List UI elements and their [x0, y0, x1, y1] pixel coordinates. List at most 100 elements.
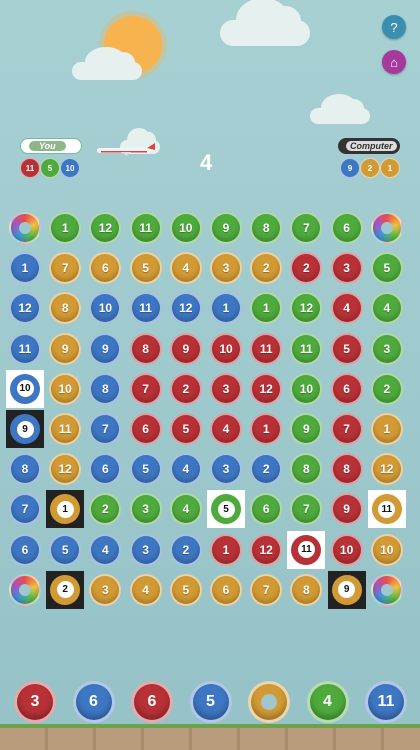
board-ball[interactable]: 3 — [129, 533, 162, 566]
wild-ring-ball[interactable] — [370, 212, 403, 244]
wild-ring-ball[interactable] — [370, 573, 403, 606]
board-ball[interactable]: 9 — [169, 332, 202, 365]
board-ball[interactable]: 4 — [330, 292, 363, 325]
tray-ball[interactable]: 6 — [131, 681, 173, 723]
wild-ring-ball[interactable] — [9, 573, 41, 606]
score-counter: 4 — [200, 150, 213, 175]
board-ball[interactable]: 6 — [330, 372, 363, 405]
board-ball[interactable]: 4 — [169, 252, 202, 285]
board-ball[interactable]: 8 — [9, 453, 41, 486]
board-ball[interactable]: 9 — [210, 212, 242, 244]
board-ball[interactable]: 8 — [290, 573, 323, 606]
board-ball[interactable]: 4 — [89, 533, 122, 566]
board-ball[interactable]: 11 — [290, 332, 323, 365]
board-ball[interactable]: 6 — [330, 212, 363, 244]
tray-ball[interactable]: 5 — [189, 681, 232, 723]
tray-ball[interactable]: 11 — [365, 681, 407, 723]
board-ball[interactable]: 1 — [370, 413, 403, 445]
cloud-decoration — [220, 0, 310, 46]
board-ball[interactable]: 11 — [49, 413, 82, 445]
board-ball[interactable]: 6 — [129, 413, 162, 445]
board-ball[interactable]: 9 — [89, 332, 122, 365]
board-ball[interactable]: 3 — [210, 453, 242, 486]
board-ball[interactable]: 4 — [210, 413, 242, 445]
board-ball[interactable]: 2 — [370, 372, 403, 405]
board-ball[interactable]: 11 — [9, 332, 41, 365]
board-ball[interactable]: 6 — [9, 533, 41, 566]
marked-ball-cell[interactable]: 10 — [6, 369, 44, 408]
board-ball[interactable]: 10 — [49, 372, 82, 405]
board-ball[interactable]: 11 — [129, 292, 162, 325]
board-ball[interactable]: 12 — [250, 372, 283, 405]
board-ball[interactable]: 5 — [129, 453, 162, 486]
ball-number: 1 — [56, 500, 74, 518]
board-ball[interactable]: 1 — [250, 413, 283, 445]
board-ball[interactable]: 4 — [129, 573, 162, 606]
board-ball[interactable]: 11 — [250, 332, 283, 365]
ground-strip — [0, 728, 420, 750]
help-button[interactable]: ? — [382, 15, 406, 39]
marked-ball-cell[interactable]: 2 — [46, 570, 85, 609]
board-ball[interactable]: 1 — [9, 252, 41, 285]
question-icon: ? — [390, 19, 398, 35]
home-button[interactable]: ⌂ — [382, 50, 406, 74]
ball-number: 11 — [378, 500, 396, 518]
board-ball[interactable]: 1 — [49, 212, 82, 244]
board-ball[interactable]: 3 — [129, 493, 162, 526]
marked-ball-cell[interactable]: 1 — [46, 490, 85, 529]
board-ball[interactable]: 3 — [330, 252, 363, 285]
board-ball[interactable]: 8 — [250, 212, 283, 244]
tray-ball[interactable]: 6 — [72, 681, 115, 723]
board-ball[interactable]: 7 — [129, 372, 162, 405]
cloud-decoration — [310, 94, 370, 124]
marked-ball-cell[interactable]: 5 — [207, 490, 245, 529]
board-ball[interactable]: 12 — [250, 533, 283, 566]
marked-ball-cell[interactable]: 11 — [287, 530, 326, 569]
tray-ball[interactable]: 3 — [14, 681, 56, 723]
board-ball[interactable]: 2 — [169, 533, 202, 566]
board-ball[interactable]: 11 — [129, 212, 162, 244]
board-ball[interactable]: 2 — [169, 372, 202, 405]
board-ball[interactable]: 7 — [330, 413, 363, 445]
tray-ball[interactable]: 4 — [306, 681, 349, 723]
marked-ball: 9 — [10, 414, 40, 444]
board-ball[interactable]: 5 — [129, 252, 162, 285]
marked-ball-cell[interactable]: 9 — [327, 570, 366, 609]
board-ball[interactable]: 5 — [169, 573, 202, 606]
board-ball[interactable]: 12 — [370, 453, 403, 486]
marked-ball-cell[interactable]: 9 — [6, 410, 44, 448]
board-ball[interactable]: 5 — [49, 533, 82, 566]
board-ball[interactable]: 3 — [210, 252, 242, 285]
collected-ball: 11 — [20, 158, 40, 178]
wild-ring-ball[interactable] — [9, 212, 41, 244]
board-ball[interactable]: 12 — [169, 292, 202, 325]
ball-number: 5 — [217, 500, 235, 518]
board-ball[interactable]: 3 — [210, 372, 242, 405]
board-ball[interactable]: 9 — [330, 493, 363, 526]
board-ball[interactable]: 7 — [250, 573, 283, 606]
board-ball[interactable]: 4 — [169, 493, 202, 526]
board-ball[interactable]: 6 — [210, 573, 242, 606]
board-ball[interactable]: 8 — [330, 453, 363, 486]
board-ball[interactable]: 5 — [370, 252, 403, 285]
board-ball[interactable]: 5 — [169, 413, 202, 445]
board-ball[interactable]: 5 — [330, 332, 363, 365]
board-ball[interactable]: 10 — [169, 212, 202, 244]
board-ball[interactable]: 1 — [210, 533, 242, 566]
marked-ball: 10 — [10, 373, 40, 404]
board-ball[interactable]: 9 — [49, 332, 82, 365]
marked-ball-cell[interactable]: 11 — [367, 490, 406, 529]
airplane-decoration — [97, 143, 155, 156]
board-ball[interactable]: 8 — [89, 372, 122, 405]
computer-label: Computer — [338, 138, 400, 154]
tray-ball[interactable] — [248, 681, 290, 723]
board-ball[interactable]: 10 — [370, 533, 403, 566]
board-ball[interactable]: 10 — [290, 372, 323, 405]
board-ball[interactable]: 3 — [370, 332, 403, 365]
board-ball[interactable]: 4 — [370, 292, 403, 325]
board-ball[interactable]: 8 — [129, 332, 162, 365]
board-ball[interactable]: 10 — [210, 332, 242, 365]
board-ball[interactable]: 10 — [330, 533, 363, 566]
board-ball[interactable]: 3 — [89, 573, 122, 606]
board-ball[interactable]: 4 — [169, 453, 202, 486]
